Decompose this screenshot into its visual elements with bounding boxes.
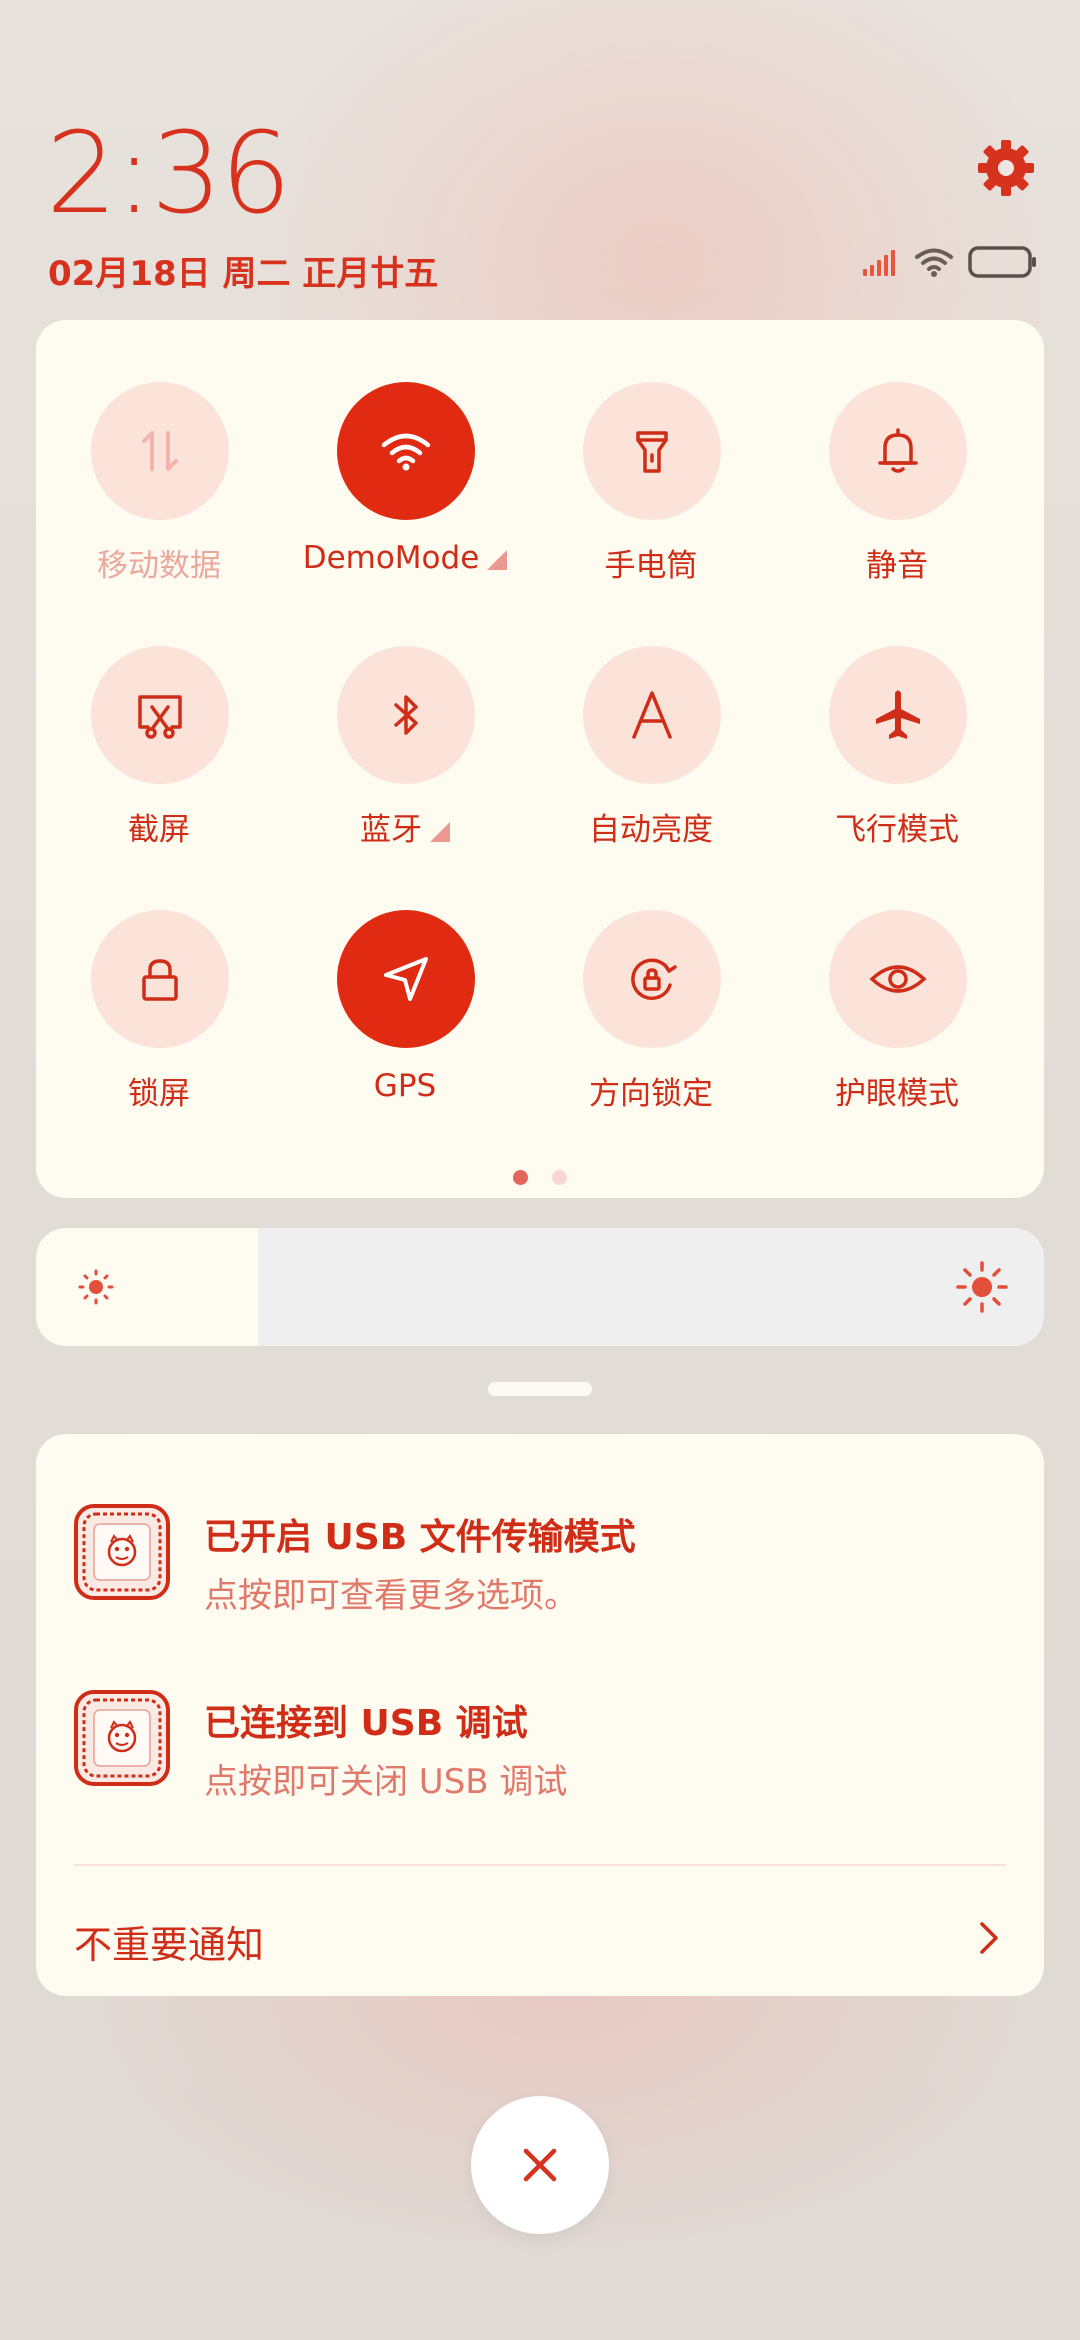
chevron-right-icon xyxy=(970,1914,1006,1962)
tile-label: 锁屏 xyxy=(128,1076,190,1112)
tile-auto-brightness[interactable]: 自动亮度 xyxy=(528,646,774,866)
close-icon xyxy=(523,2148,557,2182)
tile-label: 护眼模式 xyxy=(835,1076,959,1112)
close-button[interactable] xyxy=(471,2096,609,2234)
wifi-icon xyxy=(337,382,475,520)
location-arrow-icon xyxy=(337,910,475,1048)
lock-icon xyxy=(91,910,229,1048)
bluetooth-icon xyxy=(337,646,475,784)
divider xyxy=(74,1864,1006,1866)
tile-rotation-lock[interactable]: 方向锁定 xyxy=(528,910,774,1130)
app-icon xyxy=(74,1504,170,1600)
tile-wifi[interactable]: DemoMode xyxy=(282,382,528,602)
signal-icon xyxy=(862,247,900,281)
quick-settings-panel: 移动数据 DemoMode 手电筒 静音 截屏 蓝牙 自动亮度 飞行模式 锁屏 … xyxy=(36,320,1044,1198)
drag-handle[interactable] xyxy=(488,1382,592,1396)
tile-label: 方向锁定 xyxy=(589,1076,713,1112)
mobile-data-icon xyxy=(91,382,229,520)
airplane-icon xyxy=(829,646,967,784)
flashlight-icon xyxy=(583,382,721,520)
notification-text: 点按即可查看更多选项。 xyxy=(204,1576,578,1616)
gear-icon[interactable] xyxy=(976,138,1036,198)
tile-gps[interactable]: GPS xyxy=(282,910,528,1130)
page-dot xyxy=(552,1170,567,1185)
tile-label: 移动数据 xyxy=(97,548,221,584)
bell-icon xyxy=(829,382,967,520)
screenshot-icon xyxy=(91,646,229,784)
notification-item[interactable]: 已连接到 USB 调试 点按即可关闭 USB 调试 xyxy=(36,1690,1044,1810)
minor-notifications-row[interactable]: 不重要通知 xyxy=(74,1904,1006,1974)
tile-label: GPS xyxy=(373,1068,437,1104)
tile-label: 蓝牙 xyxy=(282,804,528,849)
tile-bluetooth[interactable]: 蓝牙 xyxy=(282,646,528,866)
date-label: 02月18日 周二 正月廿五 xyxy=(48,254,439,294)
tile-label: 手电筒 xyxy=(604,548,698,584)
status-icons xyxy=(862,244,1038,284)
tile-label: 截屏 xyxy=(128,812,190,848)
notification-title: 已连接到 USB 调试 xyxy=(204,1703,528,1744)
tile-lock-screen[interactable]: 锁屏 xyxy=(36,910,282,1130)
auto-brightness-icon xyxy=(583,646,721,784)
tile-screenshot[interactable]: 截屏 xyxy=(36,646,282,866)
tile-label: 飞行模式 xyxy=(835,812,959,848)
brightness-low-icon xyxy=(76,1267,116,1311)
brightness-fill xyxy=(36,1228,258,1346)
tile-label: DemoMode xyxy=(282,540,528,576)
tile-mobile-data[interactable]: 移动数据 xyxy=(36,382,282,602)
tile-label: 静音 xyxy=(866,548,928,584)
wifi-icon xyxy=(914,246,954,282)
page-indicator xyxy=(36,1170,1044,1185)
app-icon xyxy=(74,1690,170,1786)
notification-title: 已开启 USB 文件传输模式 xyxy=(204,1517,636,1558)
minor-notifications-label: 不重要通知 xyxy=(74,1923,265,1967)
notification-text: 点按即可关闭 USB 调试 xyxy=(204,1762,568,1802)
brightness-high-icon xyxy=(956,1261,1008,1317)
expand-triangle-icon xyxy=(487,549,508,570)
battery-icon xyxy=(968,245,1038,283)
tile-eye-care[interactable]: 护眼模式 xyxy=(774,910,1020,1130)
clock: 2:36 xyxy=(46,109,292,239)
expand-triangle-icon xyxy=(430,821,450,842)
page-dot-active xyxy=(513,1170,528,1185)
tile-airplane[interactable]: 飞行模式 xyxy=(774,646,1020,866)
tile-label: 自动亮度 xyxy=(589,812,713,848)
tile-silent[interactable]: 静音 xyxy=(774,382,1020,602)
notification-item[interactable]: 已开启 USB 文件传输模式 点按即可查看更多选项。 xyxy=(36,1504,1044,1624)
brightness-slider[interactable] xyxy=(36,1228,1044,1346)
notification-panel: 已开启 USB 文件传输模式 点按即可查看更多选项。 已连接到 USB 调试 点… xyxy=(36,1434,1044,1996)
eye-icon xyxy=(829,910,967,1048)
tile-flashlight[interactable]: 手电筒 xyxy=(528,382,774,602)
rotation-lock-icon xyxy=(583,910,721,1048)
